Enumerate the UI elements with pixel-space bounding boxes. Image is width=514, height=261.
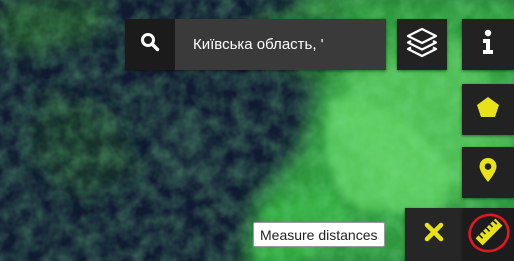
search-icon xyxy=(140,32,160,57)
add-marker-button[interactable] xyxy=(462,147,514,198)
pentagon-icon xyxy=(476,95,500,124)
cancel-measure-button[interactable] xyxy=(405,208,463,261)
draw-polygon-button[interactable] xyxy=(462,84,514,135)
search-button[interactable] xyxy=(125,19,175,70)
layers-icon xyxy=(405,25,439,64)
ruler-icon xyxy=(466,209,512,260)
close-icon xyxy=(423,221,445,248)
search-box xyxy=(125,19,386,70)
info-button[interactable] xyxy=(462,19,514,70)
layers-button[interactable] xyxy=(397,19,447,70)
info-icon xyxy=(478,29,498,60)
measure-distances-tooltip: Measure distances xyxy=(253,222,385,247)
search-input[interactable] xyxy=(175,19,386,70)
map-marker-icon xyxy=(478,157,498,188)
measure-distances-button[interactable] xyxy=(463,208,514,261)
